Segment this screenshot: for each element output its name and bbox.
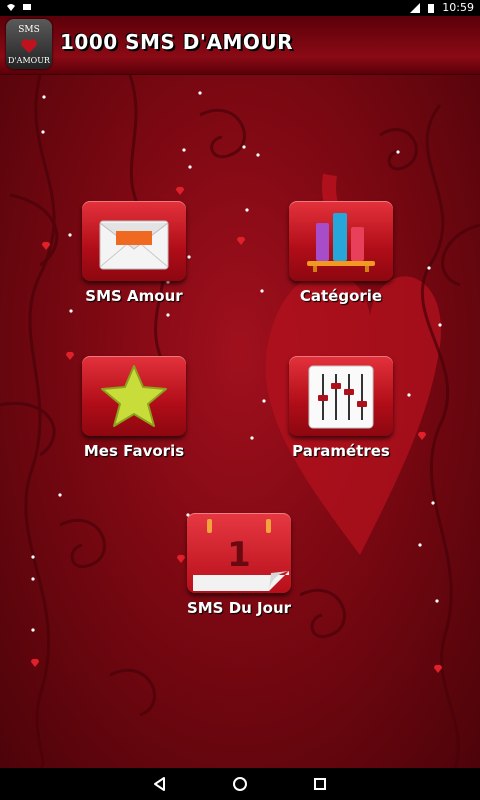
- status-bar: 10:59: [0, 0, 480, 16]
- notification-icon: [23, 4, 31, 10]
- sliders-icon: [308, 365, 374, 429]
- floral-background: [0, 75, 480, 768]
- tile-mes-favoris[interactable]: Mes Favoris: [74, 356, 194, 460]
- parametres-button[interactable]: [289, 356, 393, 436]
- app-bar: SMS D'AMOUR 1000 SMS D'AMOUR: [0, 16, 480, 75]
- parametres-label: Paramétres: [292, 442, 390, 460]
- tile-parametres[interactable]: Paramétres: [281, 356, 401, 460]
- bookshelf-icon: [307, 213, 375, 272]
- app-title: 1000 SMS D'AMOUR: [60, 30, 294, 54]
- home-icon[interactable]: [230, 774, 250, 794]
- app-logo[interactable]: SMS D'AMOUR: [6, 19, 52, 69]
- clock: 10:59: [442, 1, 474, 14]
- heart-icon: [21, 39, 37, 53]
- logo-text-bottom: D'AMOUR: [8, 56, 50, 65]
- mes-favoris-label: Mes Favoris: [83, 442, 185, 460]
- back-icon[interactable]: [150, 774, 170, 794]
- recent-apps-icon[interactable]: [310, 774, 330, 794]
- sms-amour-button[interactable]: [82, 201, 186, 281]
- star-icon: [101, 365, 167, 427]
- sms-du-jour-label: SMS Du Jour: [186, 599, 292, 617]
- signal-icon: [410, 2, 421, 13]
- sms-du-jour-button[interactable]: 1: [187, 513, 291, 593]
- tile-categorie[interactable]: Catégorie: [281, 201, 401, 305]
- tile-sms-amour[interactable]: SMS Amour: [74, 201, 194, 305]
- calendar-day: 1: [227, 535, 251, 575]
- main-content: SMS Amour Catégorie Mes Favoris Paramétr…: [0, 75, 480, 768]
- navigation-bar: [0, 768, 480, 800]
- categorie-button[interactable]: [289, 201, 393, 281]
- mes-favoris-button[interactable]: [82, 356, 186, 436]
- sms-amour-label: SMS Amour: [85, 287, 183, 305]
- logo-text-top: SMS: [18, 25, 40, 35]
- tile-sms-du-jour[interactable]: 1 SMS Du Jour: [179, 513, 299, 617]
- envelope-icon: [99, 220, 169, 270]
- battery-icon: [428, 3, 435, 13]
- wifi-icon: [7, 4, 15, 11]
- categorie-label: Catégorie: [299, 287, 383, 305]
